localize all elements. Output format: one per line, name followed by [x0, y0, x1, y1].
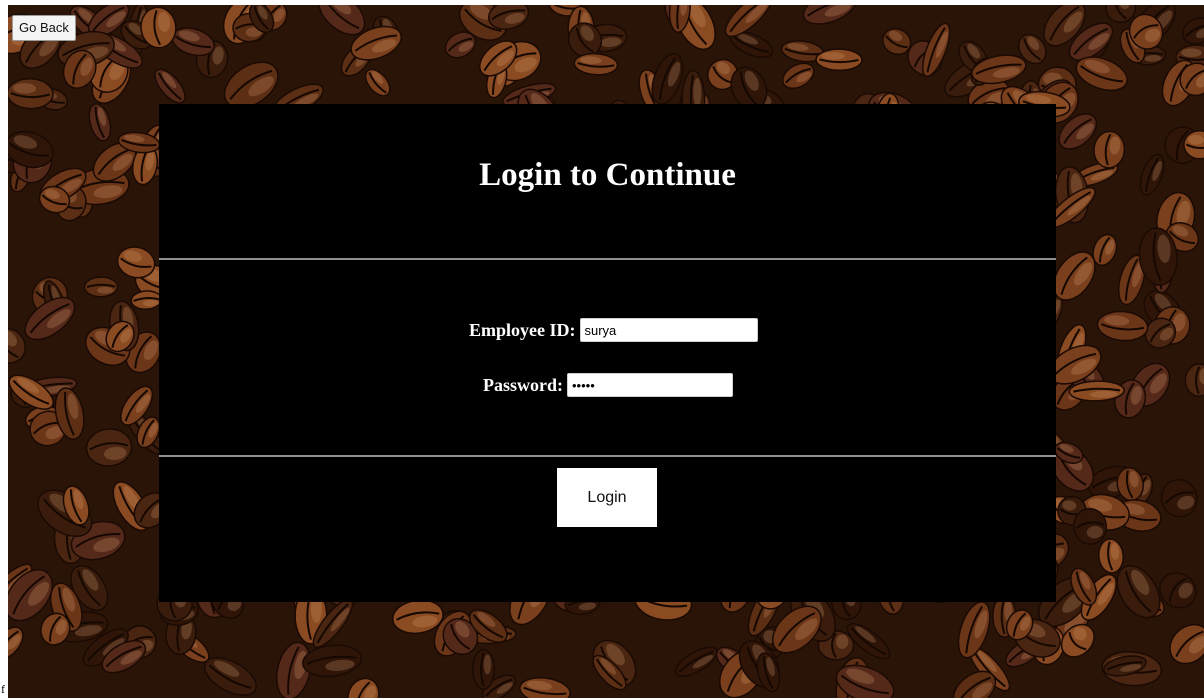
password-label: Password: [483, 374, 563, 395]
login-panel: Login to Continue Employee ID: Password:… [159, 104, 1056, 602]
employee-id-row: Employee ID: [469, 318, 758, 342]
edge-text: f [1, 682, 5, 696]
login-button[interactable]: Login [557, 468, 657, 527]
go-back-button[interactable]: Go Back [12, 15, 76, 41]
divider-top [159, 258, 1056, 260]
password-input[interactable] [567, 373, 733, 397]
divider-bottom [159, 455, 1056, 457]
login-page: Go Back f Login to Continue Employee ID:… [0, 0, 1204, 698]
login-title: Login to Continue [479, 157, 736, 193]
employee-id-label: Employee ID: [469, 319, 576, 340]
employee-id-input[interactable] [579, 318, 758, 342]
password-row: Password: [483, 373, 733, 397]
